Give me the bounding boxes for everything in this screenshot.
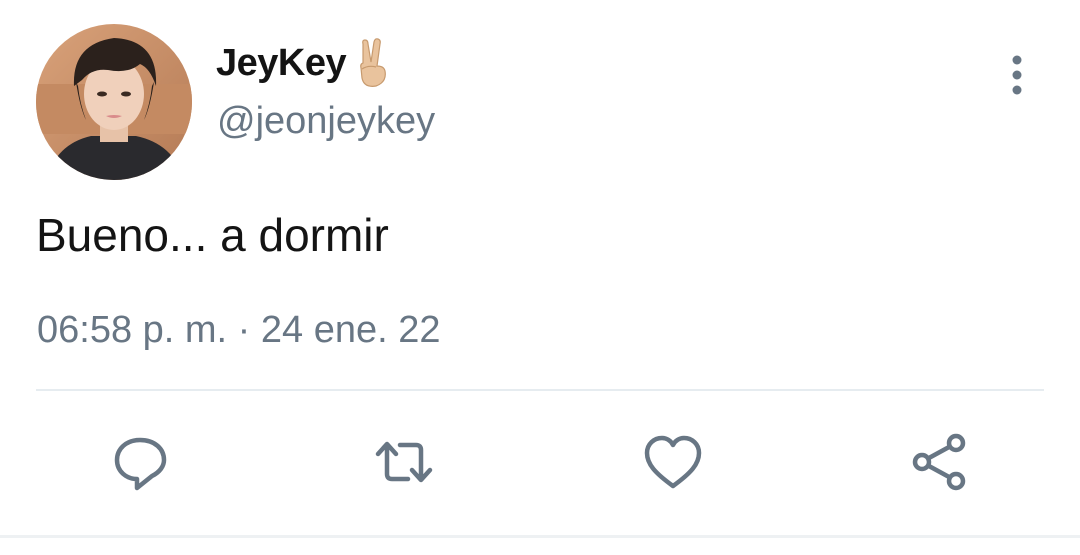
bottom-border <box>0 535 1080 538</box>
tweet-card: JeyKey @jeonjeykey Bueno... a dormir 06:… <box>0 0 1080 555</box>
tweet-text: Bueno... a dormir <box>36 209 389 261</box>
reply-icon[interactable] <box>110 432 170 492</box>
more-vertical-icon[interactable] <box>1002 52 1032 98</box>
like-icon[interactable] <box>643 432 703 492</box>
avatar[interactable] <box>36 24 192 180</box>
tweet-timestamp[interactable]: 06:58 p. m. · 24 ene. 22 <box>37 309 441 352</box>
display-name[interactable]: JeyKey <box>216 42 347 85</box>
share-icon[interactable] <box>910 432 970 492</box>
user-handle[interactable]: @jeonjeykey <box>217 100 435 143</box>
divider <box>36 389 1044 391</box>
victory-hand-icon <box>360 38 387 87</box>
retweet-icon[interactable] <box>374 432 434 492</box>
user-name-row[interactable]: JeyKey <box>216 36 394 90</box>
